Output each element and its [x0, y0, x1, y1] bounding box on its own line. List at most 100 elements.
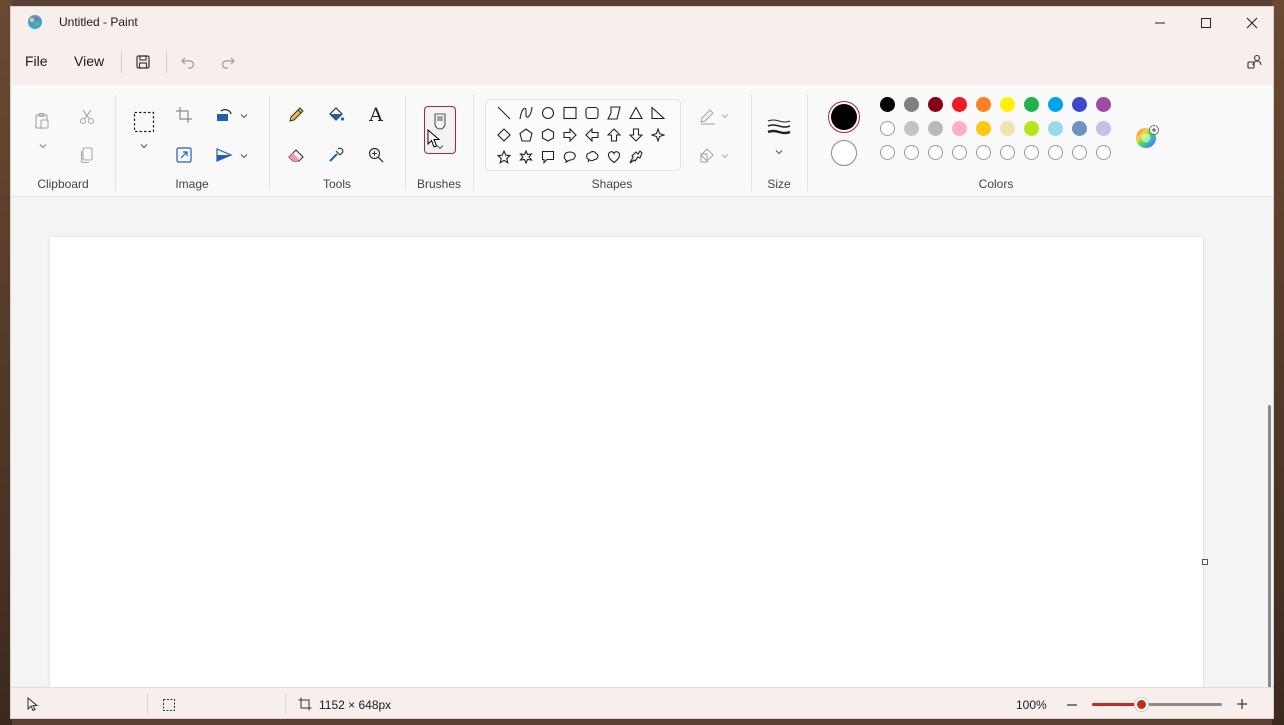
color-swatch[interactable] — [1048, 145, 1063, 160]
color-swatch[interactable] — [1000, 145, 1015, 160]
shape-oval-callout[interactable] — [560, 147, 580, 167]
fill-button[interactable] — [322, 101, 350, 129]
pencil-button[interactable] — [282, 101, 310, 129]
redo-button[interactable] — [217, 51, 239, 73]
zoom-icon — [368, 147, 384, 163]
shape-left-arrow[interactable] — [582, 125, 602, 145]
shape-rounded-rectangle[interactable] — [582, 103, 602, 123]
shape-right-triangle[interactable] — [648, 103, 668, 123]
cut-button[interactable] — [73, 103, 101, 131]
shape-pentagon[interactable] — [516, 125, 536, 145]
size-button[interactable] — [764, 113, 794, 141]
shape-curve[interactable] — [516, 103, 536, 123]
color-swatch[interactable] — [1072, 97, 1087, 112]
shape-rectangle[interactable] — [560, 103, 580, 123]
color-swatch[interactable] — [880, 97, 895, 112]
shape-triangle[interactable] — [626, 103, 646, 123]
color-swatch[interactable] — [1024, 121, 1039, 136]
zoom-level[interactable]: 100% — [1016, 698, 1047, 712]
color-swatch[interactable] — [1024, 145, 1039, 160]
copy-button[interactable] — [73, 141, 101, 169]
zoom-in-icon[interactable] — [1236, 698, 1248, 710]
zoom-slider[interactable] — [1092, 698, 1222, 711]
zoom-out-icon[interactable] — [1066, 699, 1078, 711]
flip-button[interactable] — [210, 141, 238, 169]
color-swatch[interactable] — [1000, 97, 1015, 112]
shape-hexagon[interactable] — [538, 125, 558, 145]
shape-six-point-star[interactable] — [516, 147, 536, 167]
chevron-down-icon[interactable] — [239, 111, 249, 121]
color-swatch[interactable] — [928, 145, 943, 160]
color-swatch[interactable] — [976, 145, 991, 160]
shape-lightning[interactable] — [626, 147, 646, 167]
resize-button[interactable] — [170, 141, 198, 169]
account-button[interactable] — [1244, 51, 1266, 73]
color-swatch[interactable] — [928, 121, 943, 136]
text-button[interactable]: A — [362, 101, 390, 129]
chevron-down-icon[interactable] — [720, 151, 730, 161]
shape-cloud-callout[interactable] — [582, 147, 602, 167]
eraser-button[interactable] — [282, 141, 310, 169]
color-swatch[interactable] — [1096, 121, 1111, 136]
color-swatch[interactable] — [904, 145, 919, 160]
color-swatch[interactable] — [904, 97, 919, 112]
chevron-down-icon[interactable] — [774, 147, 784, 157]
shape-heart[interactable] — [604, 147, 624, 167]
color-swatch[interactable] — [904, 121, 919, 136]
close-button[interactable] — [1229, 7, 1273, 39]
color-swatch[interactable] — [976, 97, 991, 112]
color-swatch[interactable] — [1048, 97, 1063, 112]
color-swatch[interactable] — [1024, 97, 1039, 112]
color-swatch[interactable] — [976, 121, 991, 136]
chevron-down-icon[interactable] — [38, 141, 48, 151]
color-swatch[interactable] — [1096, 97, 1111, 112]
shape-right-arrow[interactable] — [560, 125, 580, 145]
drawing-canvas[interactable] — [50, 237, 1203, 697]
canvas-resize-handle[interactable] — [1202, 559, 1208, 565]
menu-view[interactable]: View — [74, 53, 104, 69]
shape-oval[interactable] — [538, 103, 558, 123]
shape-line[interactable] — [494, 103, 514, 123]
magnifier-button[interactable] — [362, 141, 390, 169]
shape-rect-callout[interactable] — [538, 147, 558, 167]
save-button[interactable] — [132, 51, 154, 73]
secondary-color-button[interactable] — [831, 140, 857, 166]
maximize-button[interactable] — [1183, 7, 1229, 39]
color-swatch[interactable] — [1072, 121, 1087, 136]
minimize-button[interactable] — [1137, 7, 1183, 39]
color-swatch[interactable] — [1000, 121, 1015, 136]
color-swatch[interactable] — [1072, 145, 1087, 160]
color-swatch[interactable] — [1048, 121, 1063, 136]
vertical-scrollbar[interactable] — [1268, 405, 1271, 715]
shape-five-point-star[interactable] — [494, 147, 514, 167]
rotate-button[interactable] — [210, 101, 238, 129]
shape-polygon[interactable] — [604, 103, 624, 123]
color-picker-button[interactable] — [322, 141, 350, 169]
edit-colors-icon[interactable] — [1134, 125, 1160, 151]
undo-button[interactable] — [177, 51, 199, 73]
chevron-down-icon[interactable] — [720, 111, 730, 121]
zoom-slider-thumb[interactable] — [1134, 698, 1148, 711]
crop-button[interactable] — [170, 101, 198, 129]
chevron-down-icon[interactable] — [139, 141, 149, 151]
color-swatch[interactable] — [880, 145, 895, 160]
shape-up-arrow[interactable] — [604, 125, 624, 145]
primary-color-button[interactable] — [828, 101, 860, 133]
select-button[interactable] — [129, 107, 159, 137]
color-swatch[interactable] — [952, 121, 967, 136]
shape-fill-button[interactable] — [694, 141, 722, 169]
hexagon-icon — [541, 128, 555, 142]
shape-down-arrow[interactable] — [626, 125, 646, 145]
menu-file[interactable]: File — [25, 53, 48, 69]
color-swatch[interactable] — [928, 97, 943, 112]
shape-diamond[interactable] — [494, 125, 514, 145]
outline-button[interactable] — [694, 103, 722, 131]
chevron-down-icon[interactable] — [239, 151, 249, 161]
paste-button[interactable] — [28, 107, 56, 135]
color-swatch[interactable] — [1096, 145, 1111, 160]
color-swatch[interactable] — [952, 97, 967, 112]
color-swatch[interactable] — [880, 121, 895, 136]
shape-four-point-star[interactable] — [648, 125, 668, 145]
ribbon: Clipboard Image A Tools Brushes Shapes S… — [11, 85, 1273, 197]
color-swatch[interactable] — [952, 145, 967, 160]
